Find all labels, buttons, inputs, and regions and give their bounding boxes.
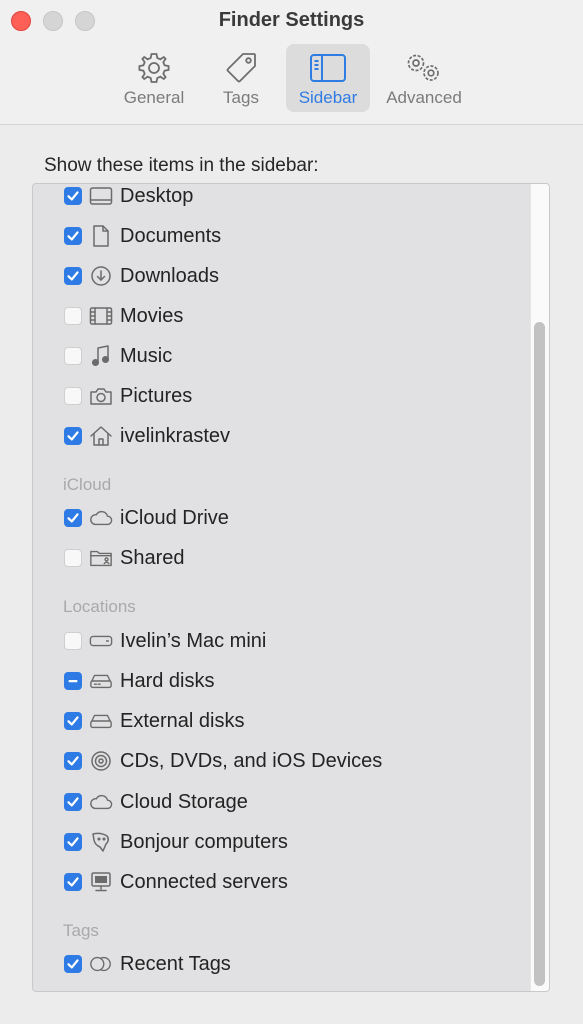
- option-label: External disks: [120, 709, 245, 732]
- section-heading-locations: Locations: [63, 597, 136, 616]
- tab-advanced-label: Advanced: [386, 88, 462, 107]
- sidebar-option-documents[interactable]: Documents: [33, 216, 533, 256]
- checkbox[interactable]: [64, 752, 82, 770]
- tab-sidebar[interactable]: Sidebar: [286, 44, 370, 112]
- sidebar-option-movies[interactable]: Movies: [33, 296, 533, 336]
- checkbox[interactable]: [64, 955, 82, 973]
- option-label: Cloud Storage: [120, 790, 248, 813]
- sidebar-option-pictures[interactable]: Pictures: [33, 376, 533, 416]
- home-icon: [89, 424, 113, 448]
- sidebar-items-prompt: Show these items in the sidebar:: [44, 155, 319, 176]
- checkbox[interactable]: [64, 267, 82, 285]
- checkbox[interactable]: [64, 833, 82, 851]
- option-label: Shared: [120, 546, 185, 569]
- option-label: Recent Tags: [120, 952, 231, 975]
- sidebar-option-recent-tags[interactable]: Recent Tags: [33, 944, 533, 984]
- option-label: Documents: [120, 224, 222, 247]
- tab-sidebar-label: Sidebar: [298, 88, 358, 107]
- disc-icon: [89, 749, 113, 773]
- checkbox[interactable]: [64, 632, 82, 650]
- sidebar-items-list: Desktop Documents Downloads Movies Music Pict…: [32, 183, 550, 992]
- option-label: Pictures: [120, 384, 193, 407]
- checkbox[interactable]: [64, 187, 82, 205]
- tab-tags-label: Tags: [223, 88, 259, 107]
- tag-icon: [222, 50, 260, 86]
- tab-general-label: General: [123, 88, 185, 107]
- download-icon: [89, 264, 113, 288]
- sidebar-option-cloud-storage[interactable]: Cloud Storage: [33, 782, 533, 822]
- sidebar-option-cds-dvds-and-ios-devices[interactable]: CDs, DVDs, and iOS Devices: [33, 741, 533, 781]
- sidebar-option-shared[interactable]: Shared: [33, 538, 533, 578]
- music-note-icon: [89, 344, 113, 368]
- gear-icon: [135, 50, 173, 86]
- tags-circles-icon: [89, 952, 113, 976]
- window-title: Finder Settings: [218, 9, 365, 31]
- sidebar-option-ivelins-mac-mini[interactable]: Ivelin’s Mac mini: [33, 621, 533, 661]
- sidebar-option-connected-servers[interactable]: Connected servers: [33, 862, 533, 902]
- finder-settings-window: Finder Settings General Tags Sidebar Adv…: [0, 0, 583, 1024]
- shared-folder-icon: [89, 546, 113, 570]
- option-label: Ivelin’s Mac mini: [120, 629, 267, 652]
- sidebar-icon: [309, 50, 347, 86]
- sidebar-option-icloud-drive[interactable]: iCloud Drive: [33, 498, 533, 538]
- checkbox[interactable]: [64, 509, 82, 527]
- checkbox[interactable]: [64, 307, 82, 325]
- scrollbar-thumb[interactable]: [534, 322, 545, 986]
- tab-advanced[interactable]: Advanced: [378, 44, 470, 112]
- checkbox[interactable]: [64, 793, 82, 811]
- option-label: Desktop: [120, 184, 194, 207]
- server-icon: [89, 870, 113, 894]
- film-icon: [89, 304, 113, 328]
- sidebar-option-downloads[interactable]: Downloads: [33, 256, 533, 296]
- document-icon: [89, 224, 113, 248]
- hard-disk-icon: [89, 669, 113, 693]
- option-label: Hard disks: [120, 669, 215, 692]
- camera-icon: [89, 384, 113, 408]
- option-label: ivelinkrastev: [120, 424, 231, 447]
- desktop-icon: [89, 184, 113, 208]
- titlebar: Finder Settings General Tags Sidebar Adv…: [0, 0, 583, 125]
- option-label: Connected servers: [120, 870, 288, 893]
- cloud-icon: [89, 790, 113, 814]
- tab-tags[interactable]: Tags: [208, 44, 274, 112]
- checkbox[interactable]: [64, 549, 82, 567]
- checkbox[interactable]: [64, 347, 82, 365]
- gears-icon: [402, 50, 446, 86]
- sidebar-option-music[interactable]: Music: [33, 336, 533, 376]
- sidebar-option-external-disks[interactable]: External disks: [33, 701, 533, 741]
- option-label: Movies: [120, 304, 184, 327]
- mac-mini-icon: [89, 629, 113, 653]
- cloud-icon: [89, 506, 113, 530]
- checkbox[interactable]: [64, 873, 82, 891]
- checkbox[interactable]: [64, 427, 82, 445]
- checkbox[interactable]: [64, 712, 82, 730]
- section-heading-tags: Tags: [63, 921, 99, 940]
- option-label: Downloads: [120, 264, 219, 287]
- sidebar-option-hard-disks[interactable]: Hard disks: [33, 661, 533, 701]
- checkbox[interactable]: [64, 227, 82, 245]
- bonjour-icon: [89, 830, 113, 854]
- sidebar-option-desktop[interactable]: Desktop: [33, 184, 533, 216]
- tab-general[interactable]: General: [113, 44, 195, 112]
- option-label: Music: [120, 344, 173, 367]
- checkbox[interactable]: [64, 672, 82, 690]
- external-disk-icon: [89, 709, 113, 733]
- section-heading-icloud: iCloud: [63, 475, 112, 494]
- option-label: CDs, DVDs, and iOS Devices: [120, 749, 383, 772]
- option-label: Bonjour computers: [120, 830, 288, 853]
- sidebar-option-ivelinkrastev[interactable]: ivelinkrastev: [33, 416, 533, 456]
- sidebar-option-bonjour-computers[interactable]: Bonjour computers: [33, 822, 533, 862]
- option-label: iCloud Drive: [120, 506, 229, 529]
- checkbox[interactable]: [64, 387, 82, 405]
